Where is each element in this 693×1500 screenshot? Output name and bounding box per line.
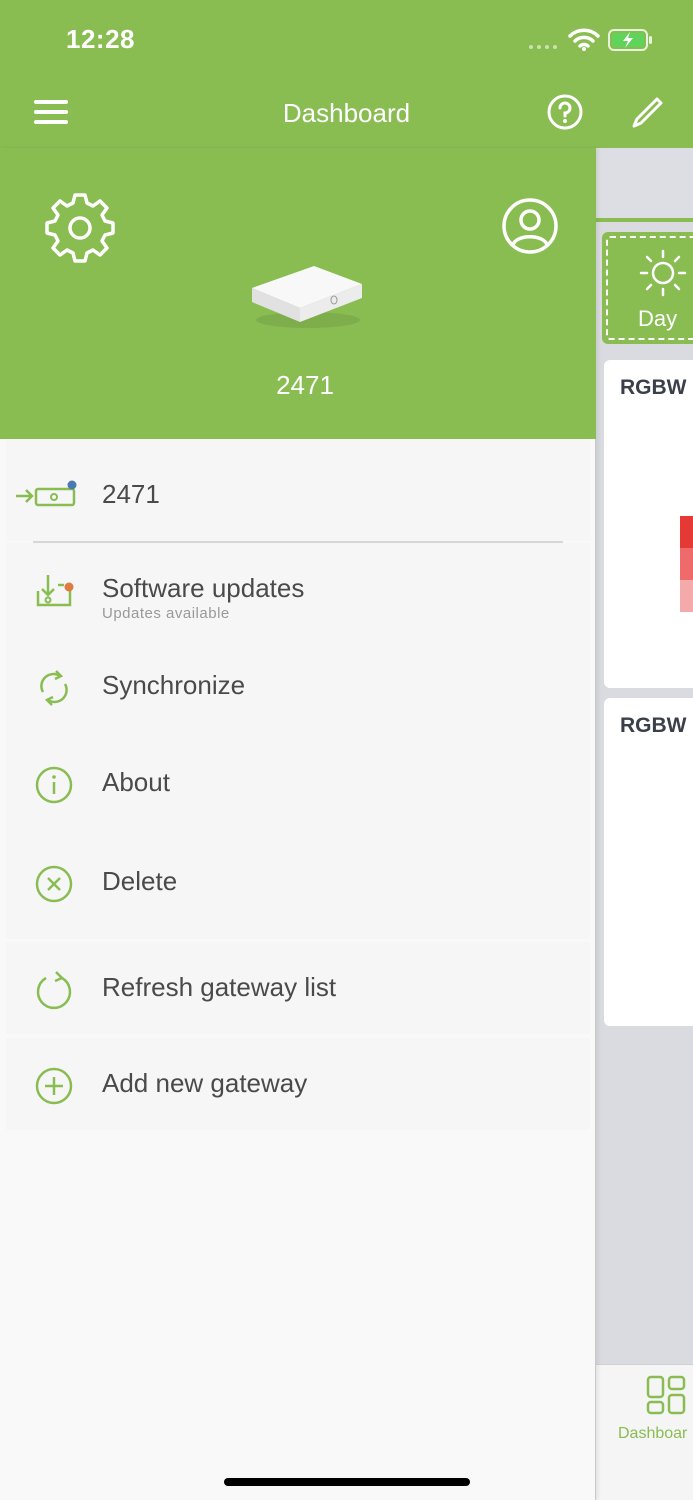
tab-bar: Dashboar — [596, 1364, 693, 1500]
menu-item-label: Synchronize — [102, 670, 246, 700]
page-title: Dashboard — [282, 98, 411, 128]
dashboard-topstrip — [596, 148, 693, 218]
menu-item-label: Delete — [102, 866, 178, 896]
wifi-icon — [568, 28, 600, 51]
gateway-device-image — [252, 266, 362, 328]
dashboard-grid-icon[interactable] — [646, 1375, 686, 1415]
dashboard-background: Day RGBW RGBW Dashboar — [596, 148, 693, 1500]
rgbw-card[interactable]: RGBW — [604, 360, 693, 688]
gateway-name: 2471 — [102, 479, 160, 509]
device-name: 2471 — [276, 370, 334, 400]
sun-icon — [639, 249, 687, 297]
menu-item-sublabel: Updates available — [102, 605, 230, 622]
gear-icon[interactable] — [44, 192, 116, 264]
day-scene-card[interactable]: Day — [602, 232, 693, 344]
rgbw-card-label: RGBW — [620, 714, 687, 737]
menu-item-software-updates[interactable]: Software updates Updates available — [6, 543, 590, 639]
menu-item-delete[interactable]: Delete — [6, 836, 590, 932]
sync-icon — [40, 670, 68, 706]
refresh-icon — [36, 971, 72, 1010]
side-drawer: 2471 2471 Software updates Updates avail… — [0, 148, 596, 1500]
download-icon — [36, 575, 74, 607]
close-circle-icon — [35, 865, 73, 903]
rgbw-card[interactable]: RGBW — [604, 698, 693, 1026]
color-swatch — [680, 516, 693, 548]
tab-dashboard-label[interactable]: Dashboar — [618, 1425, 687, 1443]
info-icon — [35, 766, 73, 804]
cellular-signal-icon — [529, 45, 557, 49]
menu-item-label: Refresh gateway list — [102, 972, 337, 1002]
menu-item-label: About — [102, 767, 170, 797]
pencil-icon[interactable] — [628, 94, 666, 132]
day-scene-label: Day — [638, 306, 678, 331]
menu-item-label: Software updates — [102, 573, 305, 603]
menu-item-label: Add new gateway — [102, 1068, 308, 1098]
color-swatch — [680, 580, 693, 612]
gateway-device-icon — [16, 480, 77, 507]
menu-item-synchronize[interactable]: Synchronize — [6, 640, 590, 736]
gateway-row[interactable]: 2471 — [6, 439, 590, 541]
home-indicator[interactable] — [224, 1478, 470, 1486]
drawer-header: 2471 — [0, 148, 596, 439]
color-swatch — [680, 548, 693, 580]
rgbw-card-label: RGBW — [620, 376, 687, 399]
user-circle-icon[interactable] — [500, 196, 560, 256]
menu-item-add-gateway[interactable]: Add new gateway — [6, 1038, 590, 1130]
menu-item-refresh[interactable]: Refresh gateway list — [6, 942, 590, 1034]
menu-item-about[interactable]: About — [6, 737, 590, 833]
refresh-gateway-row[interactable]: Refresh gateway list — [6, 942, 590, 1034]
plus-circle-icon — [35, 1067, 73, 1105]
add-gateway-row[interactable]: Add new gateway — [6, 1038, 590, 1130]
gateway-menu: Software updates Updates available Synch… — [6, 543, 590, 939]
status-time: 12:28 — [66, 24, 135, 54]
dashboard-accent-line — [596, 218, 693, 222]
battery-charging-icon — [608, 29, 652, 51]
app-header: 12:28 Dashboard — [0, 0, 693, 148]
help-icon[interactable] — [546, 93, 584, 131]
